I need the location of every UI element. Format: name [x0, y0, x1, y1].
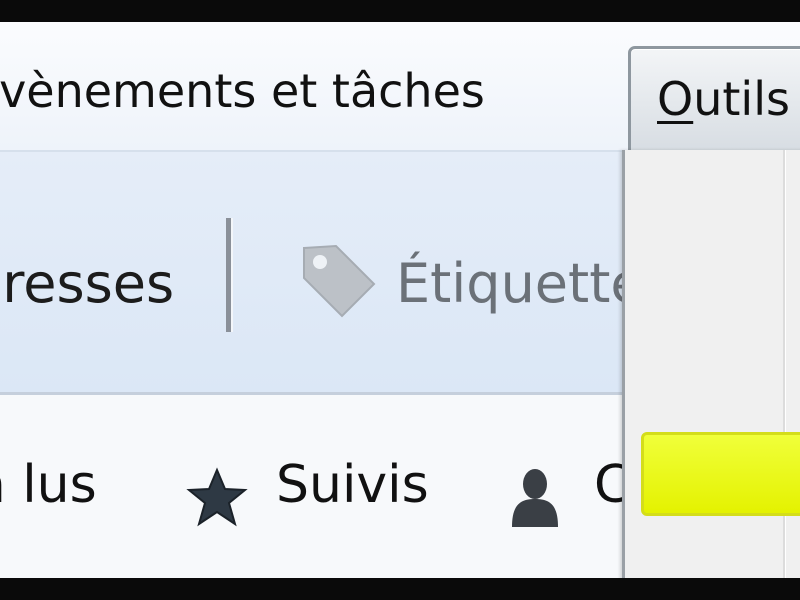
- address-book-label: Adresses: [0, 252, 175, 315]
- filter-watched-button[interactable]: Suivis: [276, 455, 429, 515]
- menu-events-and-tasks[interactable]: Évènements et tâches: [0, 60, 485, 122]
- menu-tools-accel: O: [657, 72, 694, 126]
- person-icon[interactable]: [510, 467, 560, 527]
- tools-menu-item-highlighted[interactable]: [641, 432, 800, 516]
- filter-unread-label: Non lus: [0, 455, 97, 515]
- menu-tools[interactable]: Outils: [628, 46, 800, 162]
- toolbar-separator: [226, 218, 233, 332]
- app-window: Évènements et tâches Outils Adresses Éti…: [0, 22, 800, 578]
- menu-tools-rest: utils: [693, 72, 790, 126]
- menu-bar: Évènements et tâches Outils: [0, 22, 800, 162]
- address-book-button[interactable]: Adresses: [0, 252, 174, 315]
- filter-watched-label: Suivis: [276, 455, 429, 515]
- tools-dropdown-menu: [622, 150, 800, 578]
- star-icon[interactable]: [186, 467, 248, 529]
- tools-menu-item[interactable]: [641, 300, 800, 378]
- tag-icon[interactable]: [296, 238, 380, 322]
- tools-menu-item[interactable]: [641, 180, 800, 258]
- menu-events-and-tasks-rest: vènements et tâches: [0, 64, 485, 118]
- filter-unread-button[interactable]: Non lus: [0, 455, 97, 515]
